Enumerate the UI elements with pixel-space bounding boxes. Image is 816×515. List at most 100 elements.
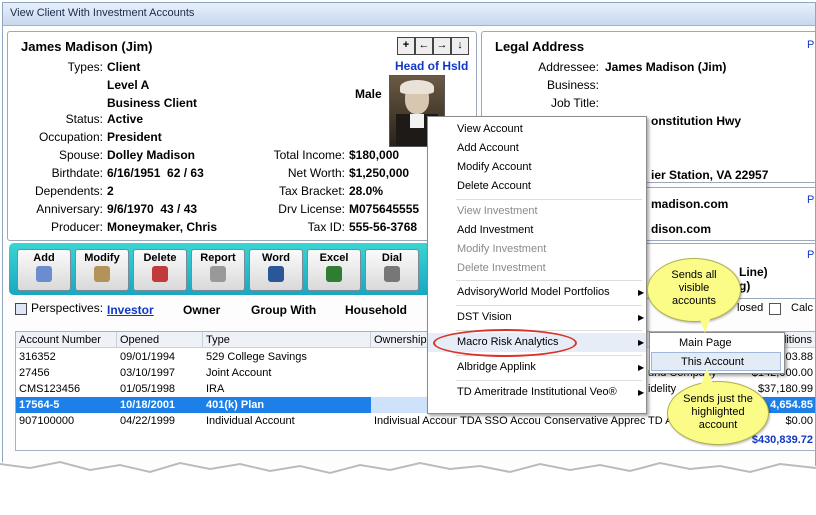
birthdate-value: 6/16/1951 62 / 63 — [107, 166, 204, 180]
database-add-icon — [36, 266, 52, 282]
drv-license-value: M075645555 — [349, 202, 420, 216]
col-type[interactable]: Type — [203, 332, 371, 348]
report-button-label: Report — [200, 252, 236, 264]
col-account-number[interactable]: Account Number — [16, 332, 117, 348]
menu-delete-investment[interactable]: Delete Investment — [428, 259, 646, 278]
row-3-opened: 01/05/1998 — [120, 383, 176, 395]
col-opened[interactable]: Opened — [117, 332, 203, 348]
anniversary-label: Anniversary: — [36, 202, 103, 216]
perspectives-label: Perspectives: — [31, 301, 104, 315]
telephone-icon — [384, 266, 400, 282]
perspectives-icon — [15, 303, 27, 315]
modify-button[interactable]: Modify — [75, 249, 129, 291]
perspective-household[interactable]: Household — [345, 303, 407, 317]
menu-delete-account[interactable]: Delete Account — [428, 177, 646, 196]
menu-view-account[interactable]: View Account — [428, 120, 646, 139]
menu-modify-account[interactable]: Modify Account — [428, 158, 646, 177]
nav-last-button[interactable]: ↓ — [451, 37, 469, 55]
callout-this-pointer — [701, 368, 713, 384]
nav-next-button[interactable]: → — [433, 37, 451, 55]
main-window: View Client With Investment Accounts Jam… — [2, 2, 816, 504]
total-income-label: Total Income: — [273, 148, 345, 162]
client-name: James Madison (Jim) — [21, 39, 153, 54]
p-link-1[interactable]: P — [807, 39, 814, 51]
row-2-type: Joint Account — [206, 367, 272, 379]
row-5-account: 907100000 — [19, 415, 75, 427]
net-worth-value: $1,250,000 — [349, 166, 410, 180]
types-label: Types: — [67, 60, 103, 74]
job-title-label: Job Title: — [550, 96, 599, 110]
row-2-account: 27456 — [19, 367, 50, 379]
producer-value: Moneymaker, Chris — [107, 220, 218, 234]
p-link-3[interactable]: P — [807, 249, 814, 261]
birthdate-label: Birthdate: — [51, 166, 103, 180]
printer-icon — [210, 266, 226, 282]
excel-button[interactable]: Excel — [307, 249, 361, 291]
callout-all-line-3: accounts — [671, 295, 717, 307]
submenu-this-account[interactable]: This Account — [651, 352, 781, 371]
status-label: Status: — [65, 112, 103, 126]
nav-prev-button[interactable]: ← — [415, 37, 433, 55]
database-edit-icon — [94, 266, 110, 282]
drv-license-label: Drv License: — [278, 202, 345, 216]
excel-icon — [326, 266, 342, 282]
macro-risk-submenu: Main Page This Account — [649, 332, 785, 374]
p-link-2[interactable]: P — [807, 194, 814, 206]
tax-bracket-label: Tax Bracket: — [278, 184, 345, 198]
submenu-arrow-icon: ▶ — [638, 313, 645, 322]
tax-id-label: Tax ID: — [307, 220, 345, 234]
callout-this-line-1: Sends just the — [683, 393, 753, 405]
callout-all-accounts: Sends all visible accounts — [647, 258, 741, 322]
closed-checkbox[interactable] — [769, 303, 781, 315]
menu-add-account[interactable]: Add Account — [428, 139, 646, 158]
menu-add-investment[interactable]: Add Investment — [428, 221, 646, 240]
email-1-value: madison.com — [651, 197, 729, 211]
row-5-account-name: TDA SSO Accoun — [460, 415, 541, 427]
net-worth-label: Net Worth: — [287, 166, 345, 180]
callout-this-line-3: account — [698, 419, 738, 431]
city-value: ier Station, VA 22957 — [651, 168, 769, 182]
gender-value: Male — [355, 87, 382, 101]
row-4-opened: 10/18/2001 — [117, 397, 203, 413]
dial-button-label: Dial — [381, 252, 403, 264]
submenu-arrow-icon: ▶ — [638, 388, 645, 397]
producer-label: Producer: — [50, 220, 103, 234]
row-5-objective: Conservative Apprecia — [544, 415, 645, 427]
menu-modify-investment[interactable]: Modify Investment — [428, 240, 646, 259]
menu-separator — [456, 280, 642, 281]
macro-risk-highlight-ring — [433, 329, 577, 357]
business-label: Business: — [546, 78, 599, 92]
spouse-value: Dolley Madison — [107, 148, 196, 162]
type-1: Client — [107, 60, 141, 74]
head-of-household-link[interactable]: Head of Hsld — [395, 59, 468, 73]
menu-separator — [456, 380, 642, 381]
row-1-account: 316352 — [19, 351, 56, 363]
row-2-opened: 03/10/1997 — [120, 367, 176, 379]
torn-edge — [0, 460, 816, 515]
perspective-owner[interactable]: Owner — [183, 303, 220, 317]
occupation-label: Occupation: — [38, 130, 103, 144]
perspective-group-with[interactable]: Group With — [251, 303, 316, 317]
dial-button[interactable]: Dial — [365, 249, 419, 291]
perspective-investor[interactable]: Investor — [107, 303, 154, 317]
total-income-value: $180,000 — [349, 148, 400, 162]
menu-advisoryworld-label: AdvisoryWorld Model Portfolios — [457, 286, 610, 298]
delete-button[interactable]: Delete — [133, 249, 187, 291]
closed-label: losed — [737, 302, 764, 314]
status-value: Active — [107, 112, 144, 126]
calc-label: Calc — [791, 302, 814, 314]
submenu-main-page[interactable]: Main Page — [650, 334, 782, 353]
delete-button-label: Delete — [143, 252, 177, 264]
row-3-type: IRA — [206, 383, 225, 395]
nav-first-button[interactable]: + — [397, 37, 415, 55]
spouse-label: Spouse: — [58, 148, 103, 162]
street-value: onstitution Hwy — [651, 114, 741, 128]
email-2-value: dison.com — [651, 222, 712, 236]
menu-view-investment[interactable]: View Investment — [428, 202, 646, 221]
row-4-type: 401(k) Plan — [203, 397, 371, 413]
callout-all-line-1: Sends all — [671, 269, 717, 281]
report-button[interactable]: Report — [191, 249, 245, 291]
word-button[interactable]: Word — [249, 249, 303, 291]
add-button[interactable]: Add — [17, 249, 71, 291]
callout-all-line-2: visible — [678, 282, 710, 294]
